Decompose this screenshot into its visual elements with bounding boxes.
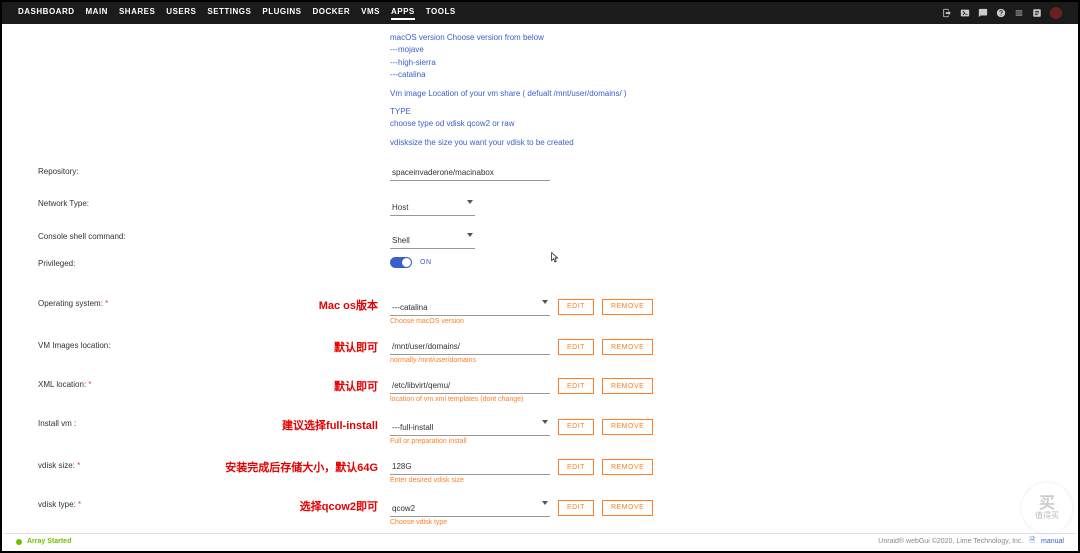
- content-area: macOS version Choose version from below …: [2, 24, 1078, 535]
- log-icon[interactable]: [1032, 8, 1042, 18]
- repository-input[interactable]: [390, 165, 550, 181]
- remove-button[interactable]: REMOVE: [602, 378, 653, 394]
- network-type-select[interactable]: [390, 200, 475, 216]
- help-icon[interactable]: [996, 8, 1006, 18]
- vdisk-size-input[interactable]: [390, 459, 550, 475]
- xml-input[interactable]: [390, 378, 550, 394]
- footer: Array Started Unraid® webGui ©2020, Lime…: [4, 533, 1076, 549]
- info-line: ---catalina: [390, 69, 1042, 81]
- info-icon[interactable]: [1014, 8, 1024, 18]
- os-label: Operating system: Mac os版本: [38, 297, 390, 308]
- nav-plugins[interactable]: PLUGINS: [262, 7, 301, 20]
- manual-link[interactable]: manual: [1041, 538, 1064, 545]
- vm-images-helper: normally /mnt/user/domains: [390, 357, 653, 364]
- nav-users[interactable]: USERS: [166, 7, 196, 20]
- vdisk-size-label: vdisk size: 安装完成后存储大小，默认64G: [38, 459, 390, 470]
- annotation: 安装完成后存储大小，默认64G: [225, 459, 378, 475]
- os-helper: Choose macOS version: [390, 318, 653, 325]
- edit-button[interactable]: EDIT: [558, 419, 594, 435]
- annotation: 建议选择full-install: [282, 417, 378, 433]
- nav-shares[interactable]: SHARES: [119, 7, 155, 20]
- edit-button[interactable]: EDIT: [558, 459, 594, 475]
- xml-helper: location of vm xml templates (dont chang…: [390, 396, 653, 403]
- install-label: Install vm : 建议选择full-install: [38, 417, 390, 428]
- info-line: ---mojave: [390, 44, 1042, 56]
- vdisk-type-helper: Choose vdisk type: [390, 519, 653, 526]
- vdisk-size-helper: Enter desired vdisk size: [390, 477, 653, 484]
- array-status: Array Started: [27, 538, 71, 545]
- info-line: macOS version Choose version from below: [390, 32, 1042, 44]
- vdisk-type-select[interactable]: [390, 501, 550, 517]
- info-block: macOS version Choose version from below …: [390, 32, 1042, 149]
- remove-button[interactable]: REMOVE: [602, 299, 653, 315]
- vm-images-label: VM Images location: 默认即可: [38, 339, 390, 350]
- info-line: Vm image Location of your vm share ( def…: [390, 88, 1042, 100]
- remove-button[interactable]: REMOVE: [602, 339, 653, 355]
- terminal-icon[interactable]: [960, 8, 970, 18]
- nav-apps[interactable]: APPS: [391, 7, 415, 20]
- annotation: 默认即可: [334, 378, 378, 394]
- console-shell-label: Console shell command:: [38, 230, 390, 241]
- logout-icon[interactable]: [942, 8, 952, 18]
- annotation: 默认即可: [334, 339, 378, 355]
- privileged-state: ON: [420, 259, 432, 266]
- vdisk-type-label: vdisk type: 选择qcow2即可: [38, 498, 390, 509]
- remove-button[interactable]: REMOVE: [602, 500, 653, 516]
- watermark: 买 值得买: [1022, 483, 1072, 533]
- console-shell-select[interactable]: [390, 233, 475, 249]
- feedback-icon[interactable]: [978, 8, 988, 18]
- edit-button[interactable]: EDIT: [558, 339, 594, 355]
- os-select[interactable]: [390, 300, 550, 316]
- info-line: TYPE: [390, 106, 1042, 118]
- nav-vms[interactable]: VMS: [361, 7, 380, 20]
- annotation: Mac os版本: [319, 297, 378, 313]
- nav-main[interactable]: MAIN: [86, 7, 108, 20]
- vm-images-input[interactable]: [390, 339, 550, 355]
- edit-button[interactable]: EDIT: [558, 378, 594, 394]
- nav-tools[interactable]: TOOLS: [426, 7, 456, 20]
- nav-icons: [942, 7, 1062, 19]
- edit-button[interactable]: EDIT: [558, 299, 594, 315]
- install-helper: Full or preparation install: [390, 438, 653, 445]
- status-dot-icon: [16, 539, 22, 545]
- privileged-toggle[interactable]: [390, 257, 412, 268]
- power-icon[interactable]: [1050, 7, 1062, 19]
- top-nav: DASHBOARD MAIN SHARES USERS SETTINGS PLU…: [2, 2, 1078, 24]
- info-line: vdisksize the size you want your vdisk t…: [390, 137, 1042, 149]
- annotation: 选择qcow2即可: [300, 498, 378, 514]
- copyright: Unraid® webGui ©2020, Lime Technology, I…: [878, 538, 1023, 545]
- repository-label: Repository:: [38, 165, 390, 176]
- remove-button[interactable]: REMOVE: [602, 459, 653, 475]
- info-line: choose type od vdisk qcow2 or raw: [390, 118, 1042, 130]
- network-type-label: Network Type:: [38, 197, 390, 208]
- nav-settings[interactable]: SETTINGS: [207, 7, 251, 20]
- info-line: ---high-sierra: [390, 57, 1042, 69]
- remove-button[interactable]: REMOVE: [602, 419, 653, 435]
- nav-items: DASHBOARD MAIN SHARES USERS SETTINGS PLU…: [18, 7, 456, 20]
- edit-button[interactable]: EDIT: [558, 500, 594, 516]
- nav-dashboard[interactable]: DASHBOARD: [18, 7, 75, 20]
- nav-docker[interactable]: DOCKER: [312, 7, 350, 20]
- privileged-label: Privileged:: [38, 257, 390, 268]
- xml-label: XML location: 默认即可: [38, 378, 390, 389]
- install-select[interactable]: [390, 420, 550, 436]
